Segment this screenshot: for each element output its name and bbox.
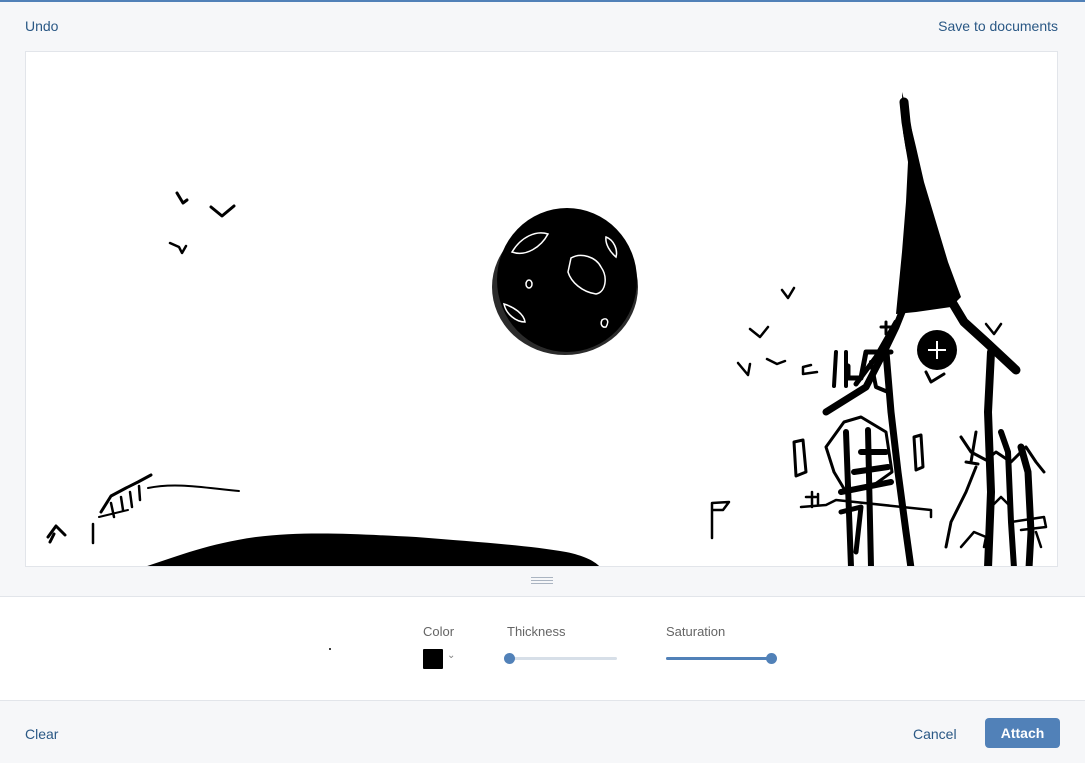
canvas-resize-handle[interactable]	[531, 577, 553, 585]
color-label: Color	[423, 624, 455, 639]
clear-button[interactable]: Clear	[25, 726, 58, 742]
color-swatch[interactable]	[423, 649, 443, 669]
thickness-slider[interactable]	[504, 653, 617, 664]
thickness-label: Thickness	[507, 624, 566, 639]
cancel-button[interactable]: Cancel	[913, 726, 957, 742]
saturation-slider[interactable]	[666, 653, 777, 664]
saturation-slider-thumb[interactable]	[766, 653, 777, 664]
thickness-slider-thumb[interactable]	[504, 653, 515, 664]
tools-panel	[0, 597, 1085, 700]
undo-button[interactable]: Undo	[25, 18, 58, 34]
chevron-down-icon[interactable]: ⌄	[447, 650, 455, 661]
divider	[0, 700, 1085, 701]
saturation-label: Saturation	[666, 624, 726, 639]
drawing-canvas[interactable]	[25, 51, 1058, 567]
save-to-documents-button[interactable]: Save to documents	[938, 18, 1058, 34]
brush-preview	[329, 648, 331, 650]
saturation-slider-fill	[666, 657, 771, 660]
top-toolbar	[0, 2, 1085, 50]
attach-button[interactable]: Attach	[985, 718, 1060, 748]
drawing	[46, 92, 1048, 566]
